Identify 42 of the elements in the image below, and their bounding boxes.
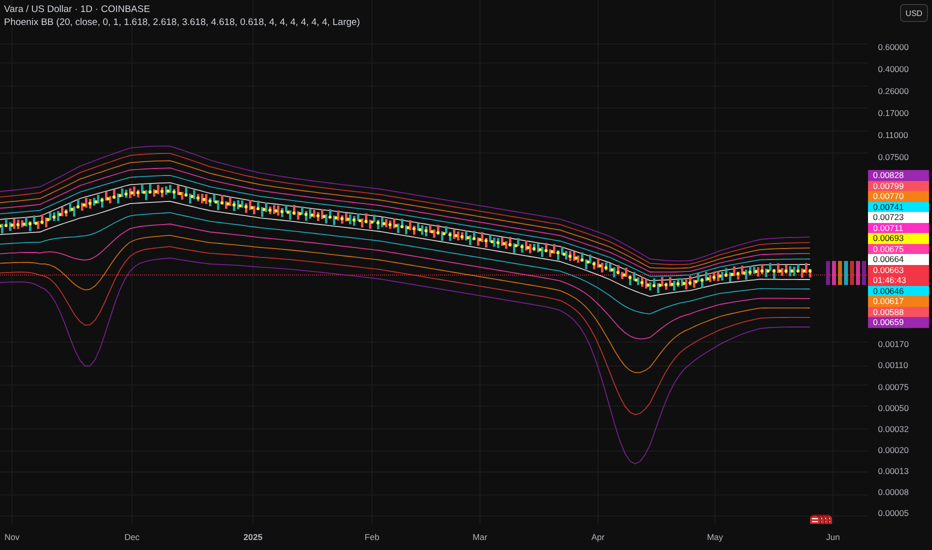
price-label: 0.00075 — [877, 380, 910, 394]
flag-icon[interactable] — [810, 514, 832, 524]
price-tag: 0.00799 — [868, 180, 929, 192]
indicator-label: Phoenix BB (20, close, 0, 1, 1.618, 2.618, 3.618, 4.618, 0.618, 4, 4, 4, 4, 4, 4, Large) — [4, 17, 360, 29]
currency-button[interactable]: USD — [900, 4, 928, 22]
price-tag: 0.00723 — [868, 212, 929, 223]
time-label: Dec — [124, 532, 140, 542]
time-label: 2025 — [244, 532, 262, 542]
price-tag: 0.00711 — [868, 222, 929, 234]
price-tag: 0.00664 — [868, 254, 929, 265]
price-label: 0.00020 — [877, 444, 910, 457]
price-label: 0.40000 — [877, 62, 910, 76]
price-label: 0.60000 — [877, 40, 910, 54]
projection-marks — [826, 261, 866, 285]
price-label: 0.17000 — [877, 106, 910, 120]
time-label: Nov — [4, 532, 20, 542]
price-label: 0.00050 — [877, 402, 910, 415]
price-tag: 0.00659 — [868, 317, 929, 328]
price-tag: 0.00663 01:46:43 — [868, 264, 929, 286]
price-tag: 0.00770 — [868, 191, 929, 202]
price-tag: 0.00675 — [868, 244, 929, 254]
chart-title: Vara / US Dollar · 1D · COINBASE — [4, 4, 152, 16]
price-tag: 0.00828 — [868, 170, 929, 181]
price-label: 0.00032 — [877, 422, 910, 436]
price-tag: 0.00693 — [868, 233, 929, 244]
price-tag: 0.00588 — [868, 306, 929, 318]
price-label: 0.26000 — [877, 84, 910, 98]
time-label: May — [706, 532, 724, 542]
price-tag: 0.00646 — [868, 286, 929, 296]
price-label: 0.00005 — [877, 507, 910, 520]
price-tag: 0.00741 — [868, 202, 929, 212]
price-label: 0.00110 — [877, 359, 910, 372]
time-label: Feb — [364, 532, 380, 542]
price-label: 0.07500 — [877, 151, 910, 164]
price-label: 0.00013 — [877, 465, 910, 478]
time-label: Jun — [826, 532, 840, 542]
price-label: 0.00170 — [877, 338, 910, 352]
time-label: Mar — [472, 532, 488, 542]
time-label: Apr — [591, 532, 605, 542]
price-label: 0.11000 — [877, 129, 910, 142]
price-tag: 0.00617 — [868, 296, 929, 307]
price-label: 0.00008 — [877, 486, 910, 500]
